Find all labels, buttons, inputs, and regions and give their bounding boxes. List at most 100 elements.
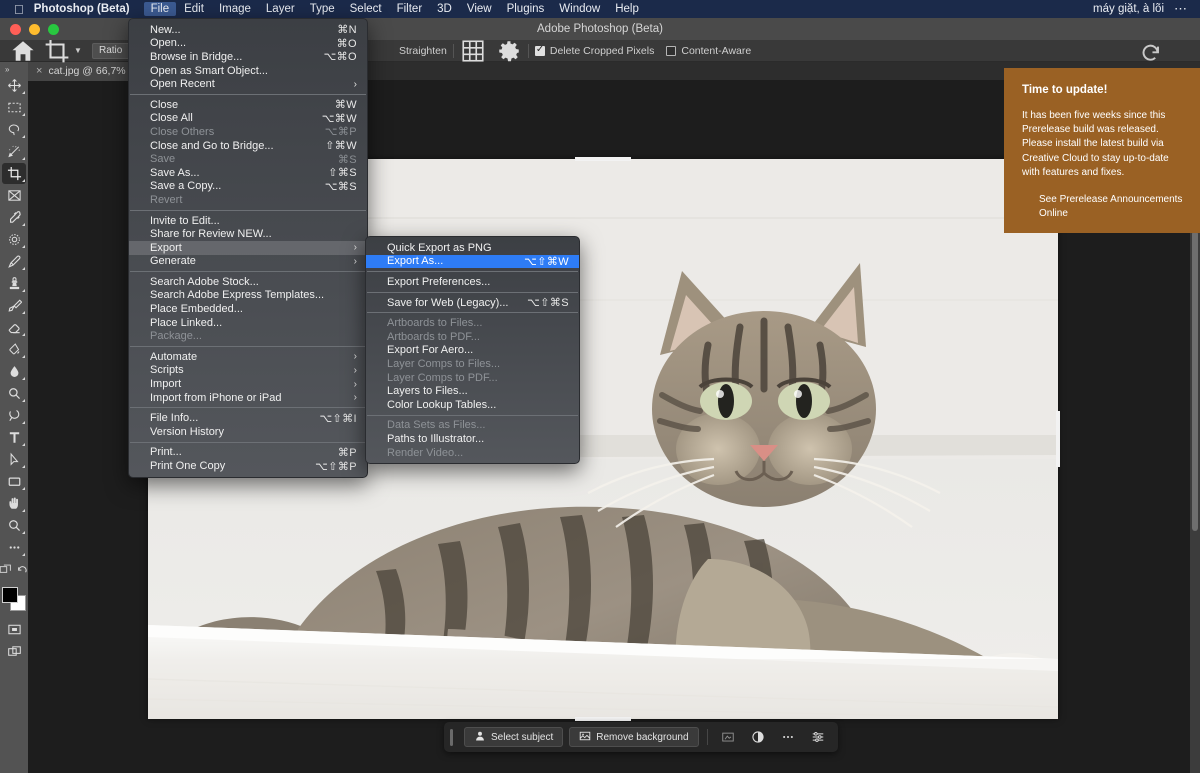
update-notification-toast[interactable]: Time to update! It has been five weeks s… <box>1004 68 1200 233</box>
export-menu-item-export-as[interactable]: Export As...⌥⇧⌘W <box>366 255 579 269</box>
menubar-status-text[interactable]: máy giặt, à lõi <box>1093 3 1164 15</box>
file-menu-item-version-history[interactable]: Version History <box>129 425 367 439</box>
drag-grip-icon[interactable] <box>450 729 453 746</box>
crop-handle-right[interactable] <box>1056 411 1060 467</box>
rectangle-tool[interactable] <box>2 471 26 492</box>
file-menu-item-import[interactable]: Import› <box>129 377 367 391</box>
export-submenu-dropdown[interactable]: Quick Export as PNGExport As...⌥⇧⌘W Expor… <box>365 236 580 464</box>
file-menu-dropdown[interactable]: New...⌘NOpen...⌘OBrowse in Bridge...⌥⌘OO… <box>128 18 368 478</box>
menu-select[interactable]: Select <box>343 2 389 16</box>
file-menu-item-automate[interactable]: Automate› <box>129 350 367 364</box>
menu-window[interactable]: Window <box>552 2 607 16</box>
file-menu-item-scripts[interactable]: Scripts› <box>129 364 367 378</box>
file-menu-item-save-as[interactable]: Save As...⇧⌘S <box>129 166 367 180</box>
scrollbar-thumb[interactable] <box>1192 231 1198 531</box>
menu-layer[interactable]: Layer <box>259 2 302 16</box>
menu-view[interactable]: View <box>460 2 499 16</box>
gradient-tool[interactable] <box>2 339 26 360</box>
file-menu-item-search-adobe-express-templates[interactable]: Search Adobe Express Templates... <box>129 289 367 303</box>
hand-tool[interactable] <box>2 493 26 514</box>
file-menu-item-place-embedded[interactable]: Place Embedded... <box>129 302 367 316</box>
home-icon[interactable] <box>10 40 36 62</box>
export-menu-item-layers-to-files[interactable]: Layers to Files... <box>366 384 579 398</box>
clone-stamp-tool[interactable] <box>2 273 26 294</box>
export-menu-item-paths-to-illustrator[interactable]: Paths to Illustrator... <box>366 432 579 446</box>
blur-tool[interactable] <box>2 361 26 382</box>
transform-icon[interactable] <box>716 726 740 748</box>
menu-file[interactable]: File <box>144 2 177 16</box>
export-menu-item-quick-export-as-png[interactable]: Quick Export as PNG <box>366 241 579 255</box>
remove-background-button[interactable]: Remove background <box>569 727 698 747</box>
apple-logo-icon[interactable]:  <box>14 3 24 16</box>
frame-tool[interactable] <box>2 185 26 206</box>
crop-overlay-grid-icon[interactable] <box>460 40 486 62</box>
history-brush-tool[interactable] <box>2 295 26 316</box>
ellipsis-icon[interactable]: ⋯ <box>1174 1 1188 17</box>
file-menu-item-close-and-go-to-bridge[interactable]: Close and Go to Bridge...⇧⌘W <box>129 139 367 153</box>
zoom-tool[interactable] <box>2 515 26 536</box>
reset-arrow-icon[interactable] <box>1138 40 1164 62</box>
path-selection-tool[interactable] <box>2 449 26 470</box>
select-subject-button[interactable]: Select subject <box>464 727 563 747</box>
file-menu-item-close-all[interactable]: Close All⌥⌘W <box>129 112 367 126</box>
export-menu-item-export-for-aero[interactable]: Export For Aero... <box>366 344 579 358</box>
screen-mode-alt-icon[interactable] <box>2 641 26 662</box>
spot-healing-brush-tool[interactable] <box>2 229 26 250</box>
quick-mask-icon[interactable] <box>0 563 12 581</box>
gear-icon[interactable] <box>496 40 522 62</box>
dodge-tool[interactable] <box>2 383 26 404</box>
ellipsis-icon[interactable] <box>776 726 800 748</box>
chevron-down-icon[interactable]: ▼ <box>70 40 86 62</box>
file-menu-item-export[interactable]: Export› <box>129 241 367 255</box>
file-menu-item-browse-in-bridge[interactable]: Browse in Bridge...⌥⌘O <box>129 50 367 64</box>
color-swatches[interactable] <box>1 587 27 613</box>
pen-tool[interactable] <box>2 405 26 426</box>
file-menu-item-search-adobe-stock[interactable]: Search Adobe Stock... <box>129 275 367 289</box>
file-menu-item-open-as-smart-object[interactable]: Open as Smart Object... <box>129 64 367 78</box>
menu-3d[interactable]: 3D <box>430 2 459 16</box>
rectangular-marquee-tool[interactable] <box>2 97 26 118</box>
menu-image[interactable]: Image <box>212 2 258 16</box>
export-menu-item-save-for-web-legacy[interactable]: Save for Web (Legacy)...⌥⇧⌘S <box>366 296 579 310</box>
menu-edit[interactable]: Edit <box>177 2 211 16</box>
crop-handle-bottom[interactable] <box>575 717 631 721</box>
lasso-tool[interactable] <box>2 119 26 140</box>
file-menu-item-file-info[interactable]: File Info...⌥⇧⌘I <box>129 411 367 425</box>
file-menu-item-open-recent[interactable]: Open Recent› <box>129 77 367 91</box>
chevrons-right-icon[interactable]: » <box>5 65 9 74</box>
type-tool[interactable] <box>2 427 26 448</box>
edit-toolbar-ellipsis[interactable] <box>2 537 26 558</box>
straighten-button[interactable]: Straighten <box>399 45 447 57</box>
delete-cropped-pixels-checkbox[interactable] <box>535 46 545 56</box>
menu-filter[interactable]: Filter <box>390 2 430 16</box>
file-menu-item-invite-to-edit[interactable]: Invite to Edit... <box>129 214 367 228</box>
export-menu-item-export-preferences[interactable]: Export Preferences... <box>366 275 579 289</box>
file-menu-item-new[interactable]: New...⌘N <box>129 23 367 37</box>
file-menu-item-close[interactable]: Close⌘W <box>129 98 367 112</box>
file-menu-item-place-linked[interactable]: Place Linked... <box>129 316 367 330</box>
file-menu-item-generate[interactable]: Generate› <box>129 255 367 269</box>
toast-link[interactable]: See Prerelease Announcements Online <box>1022 193 1184 220</box>
sliders-icon[interactable] <box>806 726 830 748</box>
app-name-label[interactable]: Photoshop (Beta) <box>34 3 130 15</box>
menu-type[interactable]: Type <box>303 2 342 16</box>
file-menu-item-import-from-iphone-or-ipad[interactable]: Import from iPhone or iPad› <box>129 391 367 405</box>
content-aware-option[interactable]: Content-Aware <box>666 45 751 57</box>
eraser-tool[interactable] <box>2 317 26 338</box>
file-menu-item-save-a-copy[interactable]: Save a Copy...⌥⌘S <box>129 180 367 194</box>
file-menu-item-open[interactable]: Open...⌘O <box>129 37 367 51</box>
screen-mode-icon[interactable] <box>2 619 26 640</box>
content-aware-checkbox[interactable] <box>666 46 676 56</box>
file-menu-item-print[interactable]: Print...⌘P <box>129 446 367 460</box>
close-icon[interactable]: × <box>36 65 42 77</box>
file-menu-item-share-for-review-new[interactable]: Share for Review NEW... <box>129 227 367 241</box>
adjustment-circle-icon[interactable] <box>746 726 770 748</box>
export-menu-item-color-lookup-tables[interactable]: Color Lookup Tables... <box>366 398 579 412</box>
brush-tool[interactable] <box>2 251 26 272</box>
crop-tool[interactable] <box>2 163 26 184</box>
rotate-icon[interactable] <box>16 563 29 581</box>
object-selection-tool[interactable] <box>2 141 26 162</box>
foreground-color-swatch[interactable] <box>2 587 18 603</box>
file-menu-item-print-one-copy[interactable]: Print One Copy⌥⇧⌘P <box>129 459 367 473</box>
delete-cropped-pixels-option[interactable]: Delete Cropped Pixels <box>535 45 654 57</box>
